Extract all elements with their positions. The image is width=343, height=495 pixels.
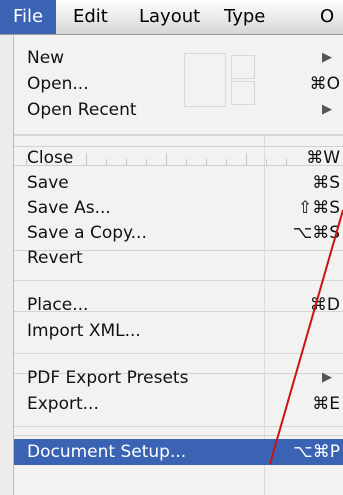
menu-layout[interactable]: Layout bbox=[139, 0, 200, 34]
menu-item-shortcut: ⌥⌘S bbox=[292, 223, 340, 243]
menu-item-shortcut: ⌘D bbox=[309, 295, 340, 315]
menu-bar: File Edit Layout Type O bbox=[0, 0, 343, 35]
menu-item-place[interactable]: Place... ⌘D bbox=[14, 293, 343, 317]
menu-item-shortcut: ⌘S bbox=[312, 173, 340, 193]
menu-item-open-recent[interactable]: Open Recent ▶ bbox=[14, 98, 343, 122]
submenu-arrow-icon: ▶ bbox=[322, 50, 332, 65]
menu-item-label: Save As... bbox=[27, 198, 111, 218]
menu-item-import-xml[interactable]: Import XML... bbox=[14, 319, 343, 343]
menu-file[interactable]: File bbox=[0, 0, 56, 34]
submenu-arrow-icon: ▶ bbox=[322, 102, 332, 117]
menu-object[interactable]: O bbox=[320, 0, 334, 34]
submenu-arrow-icon: ▶ bbox=[322, 370, 332, 385]
menu-item-shortcut: ⌘E bbox=[312, 394, 340, 414]
menu-item-label: Save bbox=[27, 173, 69, 193]
menu-item-save-as[interactable]: Save As... ⇧⌘S bbox=[14, 196, 343, 220]
menu-item-save-a-copy[interactable]: Save a Copy... ⌥⌘S bbox=[14, 221, 343, 245]
menu-edit[interactable]: Edit bbox=[73, 0, 108, 34]
menu-item-document-setup[interactable]: Document Setup... ⌥⌘P bbox=[14, 439, 343, 465]
menu-item-label: New bbox=[27, 48, 65, 68]
menu-item-close[interactable]: Close ⌘W bbox=[14, 146, 343, 170]
menu-item-revert[interactable]: Revert bbox=[14, 246, 343, 270]
ghost-line bbox=[14, 435, 343, 436]
menu-item-shortcut: ⌥⌘P bbox=[293, 442, 340, 462]
menu-item-label: Save a Copy... bbox=[27, 223, 147, 243]
menu-item-new[interactable]: New ▶ bbox=[14, 46, 343, 70]
menu-item-shortcut: ⇧⌘S bbox=[297, 198, 340, 218]
menu-item-label: Close bbox=[27, 148, 74, 168]
menu-item-label: Import XML... bbox=[27, 321, 141, 341]
menu-item-open[interactable]: Open... ⌘O bbox=[14, 72, 343, 96]
menu-separator bbox=[14, 353, 343, 354]
file-menu: New ▶ Open... ⌘O Open Recent ▶ Close ⌘W … bbox=[13, 35, 343, 495]
menu-item-label: Open... bbox=[27, 74, 89, 94]
menu-separator bbox=[14, 134, 343, 135]
menu-item-label: PDF Export Presets bbox=[27, 368, 189, 388]
menu-separator bbox=[14, 426, 343, 427]
ghost-line bbox=[14, 135, 343, 136]
menu-item-label: Place... bbox=[27, 295, 89, 315]
menu-item-shortcut: ⌘O bbox=[309, 74, 340, 94]
menu-item-export[interactable]: Export... ⌘E bbox=[14, 392, 343, 416]
menu-item-label: Open Recent bbox=[27, 100, 137, 120]
menu-separator bbox=[14, 280, 343, 281]
menu-item-shortcut: ⌘W bbox=[306, 148, 340, 168]
menu-item-save[interactable]: Save ⌘S bbox=[14, 171, 343, 195]
menu-item-label: Export... bbox=[27, 394, 99, 414]
menu-type[interactable]: Type bbox=[224, 0, 265, 34]
menu-item-label: Document Setup... bbox=[27, 442, 187, 462]
menu-item-label: Revert bbox=[27, 248, 83, 268]
menu-item-pdf-export-presets[interactable]: PDF Export Presets ▶ bbox=[14, 366, 343, 390]
